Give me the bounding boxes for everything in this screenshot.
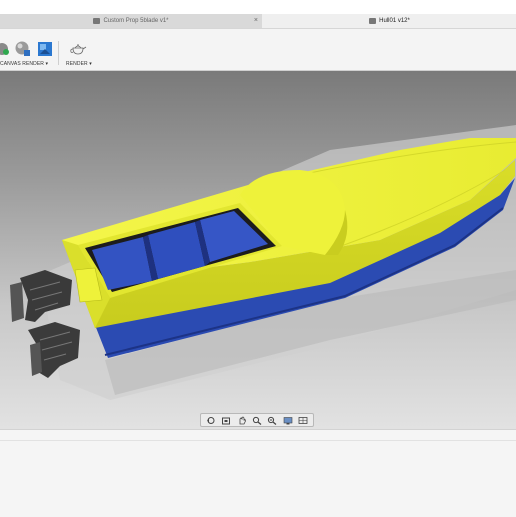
display-settings-icon[interactable] bbox=[282, 415, 293, 425]
tab-label: Custom Prop 5blade v1* bbox=[103, 18, 169, 24]
canvas-render-label: CANVAS RENDER bbox=[0, 61, 44, 67]
grid-settings-icon[interactable] bbox=[298, 415, 309, 425]
scene-settings-icon[interactable] bbox=[14, 41, 32, 57]
document-icon bbox=[369, 18, 377, 24]
tab-hull01[interactable]: Hull01 v12* bbox=[263, 14, 516, 28]
propeller bbox=[30, 342, 42, 376]
orbit-icon[interactable] bbox=[205, 415, 216, 425]
render-toolbar: CANVAS RENDER ▾ RENDER ▾ bbox=[0, 29, 516, 71]
viewport-navigation-bar bbox=[200, 413, 314, 427]
canvas-render-icon[interactable] bbox=[37, 41, 53, 57]
panel-divider bbox=[0, 440, 516, 441]
bottom-panel bbox=[0, 429, 516, 517]
zoom-window-icon[interactable] bbox=[251, 415, 262, 425]
dropdown-arrow-icon: ▾ bbox=[89, 61, 92, 67]
tab-custom-prop[interactable]: Custom Prop 5blade v1* × bbox=[0, 14, 262, 28]
toolbar-separator bbox=[58, 41, 59, 65]
boat-model-render[interactable] bbox=[0, 71, 516, 429]
zoom-icon[interactable] bbox=[267, 415, 278, 425]
canvas-render-menu[interactable]: CANVAS RENDER ▾ bbox=[0, 61, 48, 67]
pan-icon[interactable] bbox=[236, 415, 247, 425]
look-at-icon[interactable] bbox=[221, 415, 232, 425]
dropdown-arrow-icon: ▾ bbox=[45, 61, 49, 67]
render-settings-icon[interactable] bbox=[0, 41, 10, 57]
document-icon bbox=[93, 18, 101, 24]
window-top-margin bbox=[0, 0, 516, 14]
render-menu[interactable]: RENDER ▾ bbox=[66, 61, 92, 67]
teapot-render-icon[interactable] bbox=[69, 41, 87, 57]
3d-viewport[interactable] bbox=[0, 71, 516, 429]
tab-label: Hull01 v12* bbox=[379, 18, 410, 24]
close-icon[interactable]: × bbox=[254, 17, 258, 24]
propeller bbox=[10, 282, 24, 322]
document-tab-bar: Custom Prop 5blade v1* × Hull01 v12* bbox=[0, 14, 516, 29]
render-label: RENDER bbox=[66, 61, 88, 67]
